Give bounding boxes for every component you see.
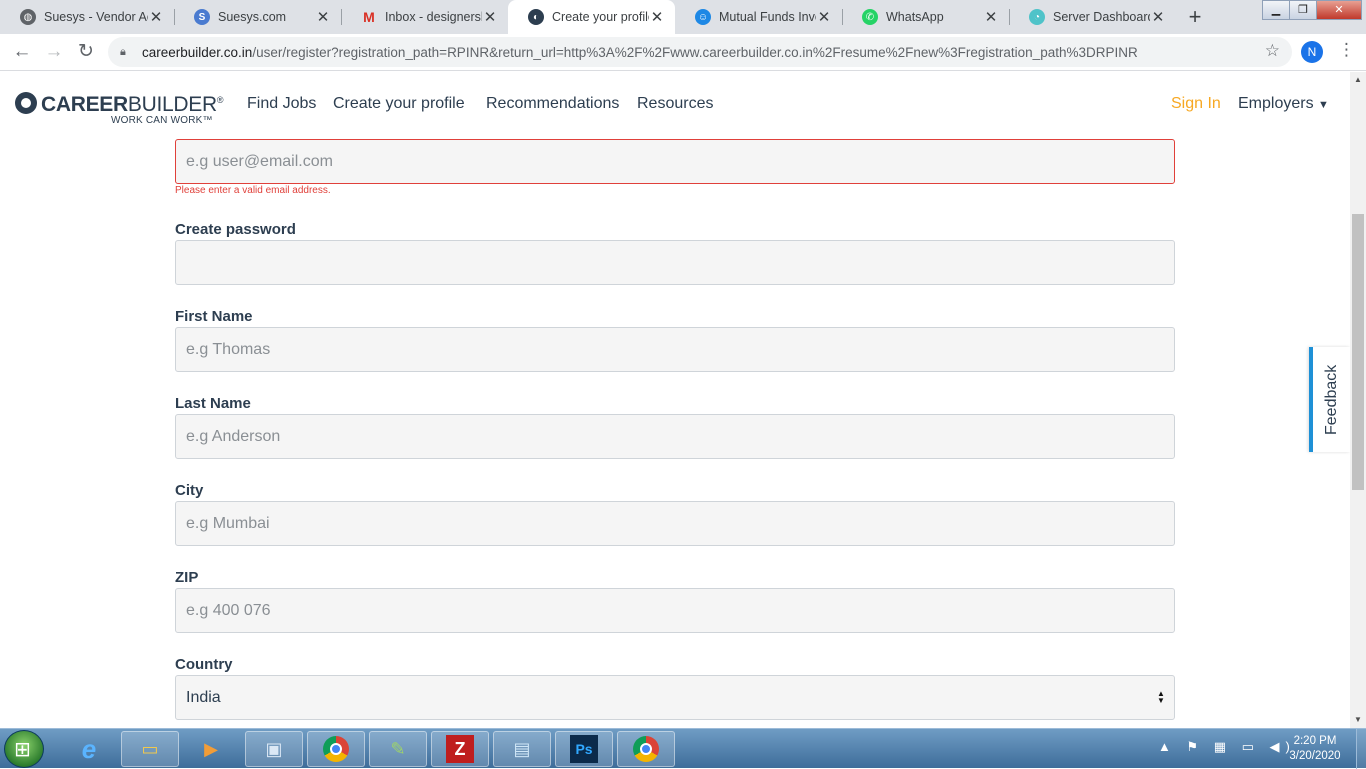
- nav-create-profile[interactable]: Create your profile: [333, 95, 465, 113]
- logo-word-light: BUILDER: [127, 93, 217, 116]
- system-tray[interactable]: ▲ ⚑ ▦ ▭ ◀): [1158, 739, 1296, 755]
- tab-close-icon[interactable]: ✕: [482, 8, 498, 26]
- tab-create-profile[interactable]: ◐ Create your profile ✕: [508, 0, 675, 34]
- tab-title: Suesys - Vendor Ac: [44, 10, 148, 24]
- country-select[interactable]: India ▲ ▼: [175, 675, 1175, 720]
- tab-suesys-vendor[interactable]: ◍ Suesys - Vendor Ac ✕: [0, 0, 174, 34]
- tab-close-icon[interactable]: ✕: [315, 8, 331, 26]
- mutual-funds-icon: ☺: [695, 9, 711, 25]
- select-caret-icon: ▲ ▼: [1157, 689, 1165, 705]
- page-content: CAREERBUILDER® WORK CAN WORK™ Find Jobs …: [0, 72, 1350, 728]
- nav-find-jobs[interactable]: Find Jobs: [247, 95, 316, 113]
- city-field[interactable]: [175, 501, 1175, 546]
- tab-close-icon[interactable]: ✕: [816, 8, 832, 26]
- country-label: Country: [175, 656, 233, 673]
- last-name-label: Last Name: [175, 395, 251, 412]
- city-label: City: [175, 482, 204, 499]
- nav-recommendations[interactable]: Recommendations: [486, 95, 619, 113]
- tab-mutual-funds[interactable]: ☺ Mutual Funds Inve ✕: [675, 0, 842, 34]
- tab-title: Create your profile: [552, 10, 649, 24]
- tab-title: Suesys.com: [218, 10, 287, 24]
- file-explorer-icon[interactable]: ▭: [121, 731, 179, 767]
- site-header: CAREERBUILDER® WORK CAN WORK™ Find Jobs …: [0, 72, 1350, 136]
- tab-close-icon[interactable]: ✕: [148, 8, 164, 26]
- email-field[interactable]: [175, 139, 1175, 184]
- tab-close-icon[interactable]: ✕: [1150, 8, 1166, 26]
- close-window-button[interactable]: ✕: [1316, 0, 1362, 20]
- password-field[interactable]: [175, 240, 1175, 285]
- employers-label: Employers: [1238, 95, 1314, 112]
- forward-button[interactable]: →: [40, 39, 68, 65]
- tab-title: Inbox - designersh: [385, 10, 482, 24]
- email-error: Please enter a valid email address.: [175, 185, 331, 196]
- url-path: /user/register?registration_path=RPINR&r…: [252, 44, 1138, 60]
- first-name-field[interactable]: [175, 327, 1175, 372]
- last-name-field[interactable]: [175, 414, 1175, 459]
- bookmark-star-icon[interactable]: ☆: [1265, 41, 1280, 61]
- profile-avatar[interactable]: N: [1301, 41, 1323, 63]
- lock-icon[interactable]: 🔒︎: [120, 46, 134, 59]
- notepad-icon[interactable]: ▤: [493, 731, 551, 767]
- gmail-icon: M: [363, 9, 375, 25]
- internet-explorer-icon[interactable]: e: [60, 731, 118, 767]
- tab-title: Mutual Funds Inve: [719, 10, 816, 24]
- feedback-label: Feedback: [1323, 364, 1340, 435]
- logo-tagline: WORK CAN WORK™: [111, 115, 213, 126]
- reload-button[interactable]: ↻: [72, 39, 100, 65]
- logo-word-bold: CAREER: [41, 93, 128, 116]
- sign-in-link[interactable]: Sign In: [1171, 95, 1221, 113]
- tab-whatsapp[interactable]: ✆ WhatsApp ✕: [842, 0, 1009, 34]
- scroll-up-icon[interactable]: ▲: [1350, 72, 1366, 88]
- windows-taskbar: e ▭ ▶ ▣ ✎ Z ▤ Ps ▲ ⚑ ▦ ▭ ◀) 2:20 PM 3/20…: [0, 728, 1366, 769]
- employers-dropdown[interactable]: Employers ▼: [1238, 95, 1329, 113]
- scroll-down-icon[interactable]: ▼: [1350, 712, 1366, 728]
- tab-title: Server Dashboard: [1053, 10, 1150, 24]
- remote-desktop-icon[interactable]: ▣: [245, 731, 303, 767]
- clock-time: 2:20 PM: [1293, 735, 1337, 747]
- suesys-icon: S: [194, 9, 210, 25]
- new-tab-button[interactable]: +: [1181, 4, 1209, 30]
- tab-server-dashboard[interactable]: ◔ Server Dashboard ✕: [1009, 0, 1176, 34]
- zip-field[interactable]: [175, 588, 1175, 633]
- media-player-icon[interactable]: ▶: [182, 731, 240, 767]
- first-name-label: First Name: [175, 308, 253, 325]
- notepad-plus-icon[interactable]: ✎: [369, 731, 427, 767]
- country-value: India: [186, 689, 221, 706]
- back-button[interactable]: ←: [8, 39, 36, 65]
- browser-toolbar: ← → ↻ 🔒︎ careerbuilder.co.in /user/regis…: [0, 34, 1366, 71]
- caret-down-icon: ▼: [1318, 99, 1329, 111]
- chrome-icon[interactable]: [617, 731, 675, 767]
- tab-close-icon[interactable]: ✕: [649, 8, 665, 26]
- restore-button[interactable]: ❐: [1289, 0, 1317, 20]
- address-bar[interactable]: 🔒︎ careerbuilder.co.in /user/register?re…: [108, 37, 1292, 67]
- filezilla-icon[interactable]: Z: [431, 731, 489, 767]
- show-desktop-button[interactable]: [1356, 729, 1366, 769]
- tab-suesys[interactable]: S Suesys.com ✕: [174, 0, 341, 34]
- page-scrollbar[interactable]: ▲ ▼: [1350, 72, 1366, 728]
- start-button[interactable]: [4, 730, 44, 768]
- feedback-tab[interactable]: Feedback: [1309, 347, 1350, 452]
- minimize-button[interactable]: ▁: [1262, 0, 1290, 20]
- browser-tab-strip: ◍ Suesys - Vendor Ac ✕ S Suesys.com ✕ M …: [0, 0, 1366, 34]
- password-label: Create password: [175, 221, 296, 238]
- tab-gmail-inbox[interactable]: M Inbox - designersh ✕: [341, 0, 508, 34]
- logo-registered: ®: [216, 95, 224, 105]
- tab-title: WhatsApp: [886, 10, 944, 24]
- clock-date: 3/20/2020: [1289, 750, 1341, 762]
- globe-icon: ◍: [20, 9, 36, 25]
- nav-resources[interactable]: Resources: [637, 95, 713, 113]
- tab-close-icon[interactable]: ✕: [983, 8, 999, 26]
- server-dashboard-icon: ◔: [1029, 9, 1045, 25]
- browser-menu-icon[interactable]: ⋮: [1338, 40, 1355, 60]
- photoshop-icon[interactable]: Ps: [555, 731, 613, 767]
- careerbuilder-logo-icon: [15, 92, 37, 114]
- careerbuilder-icon: ◐: [528, 9, 544, 25]
- chrome-icon[interactable]: [307, 731, 365, 767]
- whatsapp-icon: ✆: [862, 9, 878, 25]
- taskbar-clock[interactable]: 2:20 PM 3/20/2020: [1280, 734, 1350, 764]
- url-host: careerbuilder.co.in: [142, 44, 253, 60]
- scrollbar-thumb[interactable]: [1352, 214, 1364, 490]
- zip-label: ZIP: [175, 569, 199, 586]
